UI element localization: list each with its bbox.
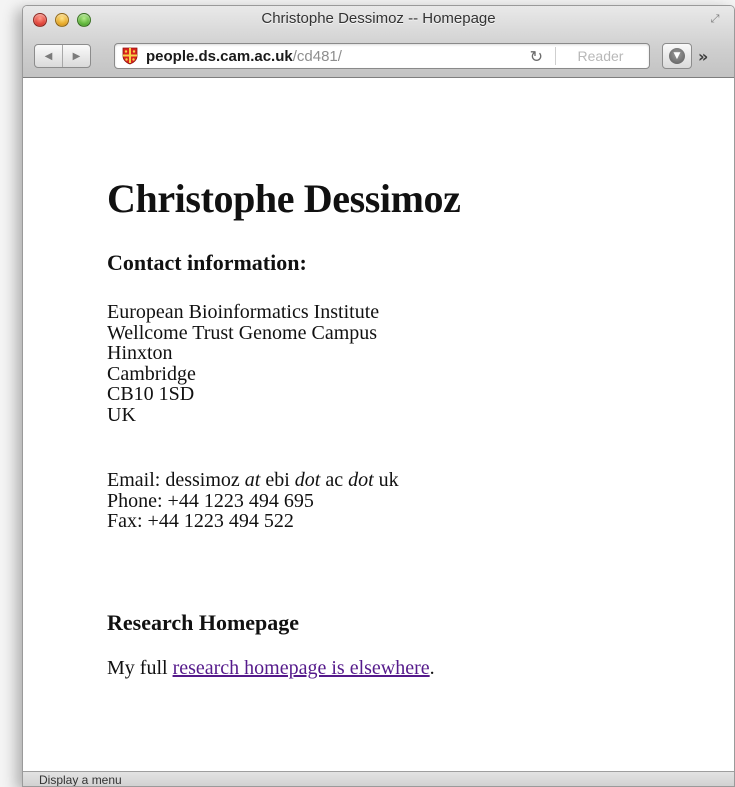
back-arrow-icon: ◀ bbox=[44, 50, 53, 62]
fax-line: Fax: +44 1223 494 522 bbox=[107, 510, 294, 532]
research-prefix: My full bbox=[107, 657, 173, 679]
reader-button[interactable]: Reader bbox=[555, 47, 645, 65]
address-line: Hinxton bbox=[107, 342, 173, 364]
research-heading: Research Homepage bbox=[107, 610, 300, 635]
url-host: people.ds.cam.ac.uk bbox=[146, 47, 293, 65]
research-suffix: . bbox=[429, 657, 435, 679]
downloads-button[interactable]: ▼ bbox=[662, 43, 692, 69]
email-mid1: ebi bbox=[260, 469, 295, 491]
phone-line: Phone: +44 1223 494 695 bbox=[107, 489, 314, 512]
window-title: Christophe Dessimoz -- Homepage bbox=[261, 10, 496, 27]
email-dot1: dot bbox=[294, 469, 321, 491]
address-line: Cambridge bbox=[107, 362, 196, 385]
url-text: people.ds.cam.ac.uk/cd481/ bbox=[146, 48, 342, 65]
email-mid2: ac bbox=[320, 469, 349, 491]
url-path: /cd481/ bbox=[292, 47, 342, 65]
address-line: European Bioinformatics Institute bbox=[107, 301, 380, 323]
contact-heading: Contact information: bbox=[107, 250, 307, 275]
address-line: UK bbox=[107, 403, 136, 426]
address-bar[interactable]: people.ds.cam.ac.uk/cd481/ ↻ Reader bbox=[114, 43, 650, 69]
email-at: at bbox=[244, 469, 261, 491]
email-line: Email: dessimoz at ebi dot ac dot uk bbox=[107, 470, 399, 491]
email-prefix: Email: dessimoz bbox=[107, 469, 245, 491]
postal-address: European Bioinformatics Institute Wellco… bbox=[107, 302, 379, 425]
forward-button[interactable]: ▶ bbox=[62, 45, 90, 67]
page-content: Christophe Dessimoz Contact information:… bbox=[23, 78, 734, 771]
download-icon: ▼ bbox=[669, 48, 685, 64]
address-line: CB10 1SD bbox=[107, 383, 195, 405]
email-suffix: uk bbox=[373, 469, 399, 491]
forward-arrow-icon: ▶ bbox=[72, 50, 81, 62]
research-paragraph: My full research homepage is elsewhere. bbox=[107, 658, 435, 679]
browser-window: Christophe Dessimoz -- Homepage ⤢ ◀ ▶ pe… bbox=[22, 5, 735, 787]
nav-button-group: ◀ ▶ bbox=[34, 44, 91, 68]
status-bar: Display a menu bbox=[23, 771, 734, 786]
toolbar-overflow-button[interactable]: » bbox=[698, 47, 708, 66]
contact-details: Email: dessimoz at ebi dot ac dot uk Pho… bbox=[107, 470, 399, 532]
fullscreen-icon[interactable]: ⤢ bbox=[708, 12, 722, 26]
address-line: Wellcome Trust Genome Campus bbox=[107, 321, 378, 344]
site-favicon-icon bbox=[122, 47, 138, 65]
email-dot2: dot bbox=[348, 469, 374, 491]
page-title: Christophe Dessimoz bbox=[107, 176, 461, 221]
reload-icon[interactable]: ↻ bbox=[530, 47, 543, 66]
back-button[interactable]: ◀ bbox=[35, 45, 62, 67]
research-homepage-link[interactable]: research homepage is elsewhere bbox=[173, 657, 430, 679]
browser-window-backdrop: Christophe Dessimoz -- Homepage ⤢ ◀ ▶ pe… bbox=[0, 0, 735, 787]
browser-toolbar: Christophe Dessimoz -- Homepage ⤢ ◀ ▶ pe… bbox=[23, 6, 734, 78]
